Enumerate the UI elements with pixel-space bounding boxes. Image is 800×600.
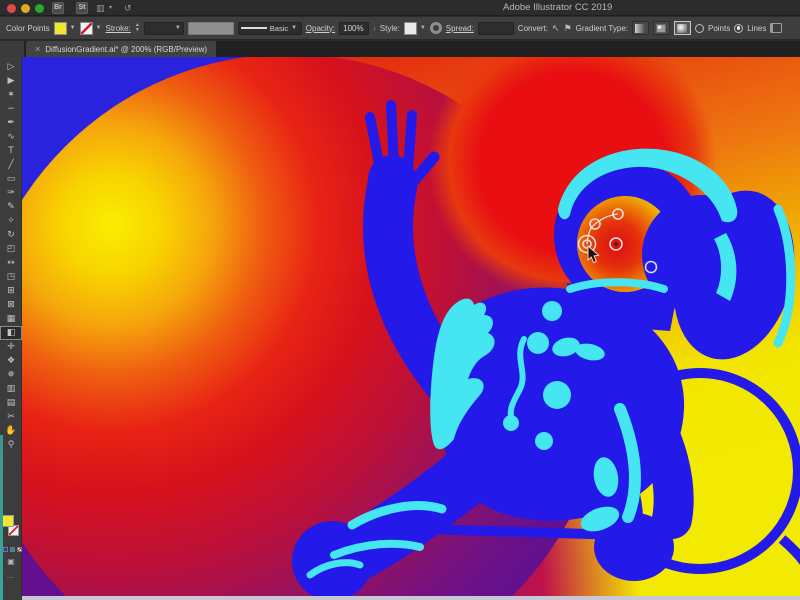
spread-label[interactable]: Spread: — [446, 24, 474, 33]
pencil-tool[interactable]: ✎ — [0, 200, 22, 214]
convert-label: Convert: — [518, 24, 548, 33]
opacity-field[interactable]: 100% — [339, 22, 369, 35]
tool-list: ▷▶✶∽✒∿T╱▭✑✎✧↻◰↔◳⊞⊠▦◧✛❖✵▥▤✂✋⚲ — [0, 57, 21, 452]
width-tool[interactable]: ↔ — [0, 256, 22, 270]
tab-bar-stub — [0, 41, 24, 57]
section-separator: › — [373, 24, 376, 33]
color-button[interactable] — [3, 547, 8, 552]
artboard-canvas[interactable] — [22, 57, 800, 600]
rotate-tool[interactable]: ↻ — [0, 228, 22, 242]
spread-field[interactable] — [478, 22, 514, 35]
chevron-down-icon: ▾ — [109, 2, 112, 14]
control-bar: Color Points ▼ ▼ Stroke: ▲▼ ▼ Basic ▼ Op… — [0, 17, 800, 40]
pen-tool[interactable]: ✒ — [0, 116, 22, 130]
edit-toolbar-icon[interactable]: … — [0, 571, 22, 580]
style-swatch[interactable] — [404, 22, 417, 35]
selection-tool[interactable]: ▶ — [0, 74, 22, 88]
graph-tool[interactable]: ▥ — [0, 382, 22, 396]
gradient-tool[interactable]: ◧ — [0, 326, 22, 340]
close-tab-icon[interactable]: × — [35, 44, 40, 54]
gradient-type-label: Gradient Type: — [576, 24, 628, 33]
gradient-type-radial-button[interactable] — [653, 21, 670, 35]
astronaut-artwork — [22, 57, 800, 600]
opacity-label[interactable]: Opacity: — [306, 24, 335, 33]
stroke-weight-label[interactable]: Stroke: — [105, 24, 130, 33]
type-tool[interactable]: T — [0, 144, 22, 158]
free-transform-tool[interactable]: ◳ — [0, 270, 22, 284]
paintbrush-tool[interactable]: ✑ — [0, 186, 22, 200]
rectangle-tool[interactable]: ▭ — [0, 172, 22, 186]
convert-to-point-icon[interactable]: ↖ — [552, 23, 560, 34]
left-edge-stripe — [0, 435, 3, 600]
fill-stroke-indicator[interactable] — [2, 515, 20, 541]
shape-builder-tool[interactable]: ⊞ — [0, 284, 22, 298]
brush-stroke-preview — [241, 27, 267, 29]
style-label: Style: — [380, 24, 400, 33]
document-tab-title: DiffusionGradient.ai* @ 200% (RGB/Previe… — [45, 45, 207, 54]
gradient-type-linear-button[interactable] — [632, 21, 649, 35]
stroke-weight-select[interactable]: ▼ — [144, 22, 184, 35]
direct-selection-tool[interactable]: ▷ — [0, 60, 22, 74]
gradient-type-freeform-button[interactable] — [674, 21, 691, 35]
stroke-color-swatch[interactable] — [80, 22, 93, 35]
artboard-tool[interactable]: ▤ — [0, 396, 22, 410]
draw-points-label[interactable]: Points — [708, 24, 730, 33]
minimize-window-button[interactable] — [21, 4, 30, 13]
draw-mode-icon[interactable]: ▣ — [0, 557, 22, 566]
brush-name: Basic — [270, 24, 288, 33]
panel-options-icon[interactable] — [770, 23, 782, 33]
fill-color-swatch[interactable] — [54, 22, 67, 35]
line-segment-tool[interactable]: ╱ — [0, 158, 22, 172]
window-title: Adobe Illustrator CC 2019 — [503, 2, 612, 13]
draw-lines-label[interactable]: Lines — [747, 24, 766, 33]
gradient-point-dot — [614, 242, 618, 246]
color-mode-buttons — [3, 547, 22, 552]
draw-lines-radio[interactable] — [734, 24, 743, 33]
scale-tool[interactable]: ◰ — [0, 242, 22, 256]
arrange-documents-icon[interactable]: ▥ — [96, 2, 105, 14]
restore-icon[interactable]: ↺ — [124, 2, 132, 14]
visor-shadow — [642, 195, 762, 315]
illustrator-window: Br St ▥ ▾ ↺ Adobe Illustrator CC 2019 Co… — [0, 0, 800, 600]
shaper-tool[interactable]: ✧ — [0, 214, 22, 228]
eyedropper-tool[interactable]: ✛ — [0, 340, 22, 354]
chevron-down-icon: ▼ — [291, 25, 297, 31]
draw-points-radio[interactable] — [695, 24, 704, 33]
document-tab-bar: × DiffusionGradient.ai* @ 200% (RGB/Prev… — [0, 41, 800, 57]
title-bar: Br St ▥ ▾ ↺ Adobe Illustrator CC 2019 — [0, 0, 800, 16]
tools-panel: ▷▶✶∽✒∿T╱▭✑✎✧↻◰↔◳⊞⊠▦◧✛❖✵▥▤✂✋⚲ ▣ … — [0, 57, 22, 600]
document-status-icon[interactable] — [430, 22, 442, 34]
gradient-button[interactable] — [10, 547, 15, 552]
mesh-tool[interactable]: ▦ — [0, 312, 22, 326]
mode-label: Color Points — [6, 24, 50, 33]
astronaut-blue-silhouette — [292, 105, 800, 600]
symbol-sprayer-tool[interactable]: ✵ — [0, 368, 22, 382]
chevron-down-icon: ▼ — [70, 25, 76, 31]
perspective-grid-tool[interactable]: ⊠ — [0, 298, 22, 312]
stroke-weight-stepper[interactable]: ▲▼ — [135, 23, 140, 33]
chevron-down-icon: ▼ — [96, 25, 102, 31]
variable-width-profile-select[interactable] — [188, 22, 234, 35]
magic-wand-tool[interactable]: ✶ — [0, 88, 22, 102]
curvature-tool[interactable]: ∿ — [0, 130, 22, 144]
convert-to-line-icon[interactable]: ⚑ — [564, 23, 572, 34]
bridge-icon[interactable]: Br — [52, 2, 64, 14]
hand-tool[interactable]: ✋ — [0, 424, 22, 438]
zoom-tool[interactable]: ⚲ — [0, 438, 22, 452]
document-tab[interactable]: × DiffusionGradient.ai* @ 200% (RGB/Prev… — [26, 41, 216, 57]
brush-definition-select[interactable]: Basic ▼ — [238, 22, 302, 35]
slice-tool[interactable]: ✂ — [0, 410, 22, 424]
opacity-value: 100% — [343, 24, 363, 33]
stock-icon[interactable]: St — [76, 2, 88, 14]
close-window-button[interactable] — [7, 4, 16, 13]
chevron-down-icon: ▼ — [420, 25, 426, 31]
lasso-tool[interactable]: ∽ — [0, 102, 22, 116]
zoom-window-button[interactable] — [35, 4, 44, 13]
fill-swatch[interactable] — [2, 515, 14, 527]
bottom-edge-strip — [22, 596, 800, 600]
blend-tool[interactable]: ❖ — [0, 354, 22, 368]
